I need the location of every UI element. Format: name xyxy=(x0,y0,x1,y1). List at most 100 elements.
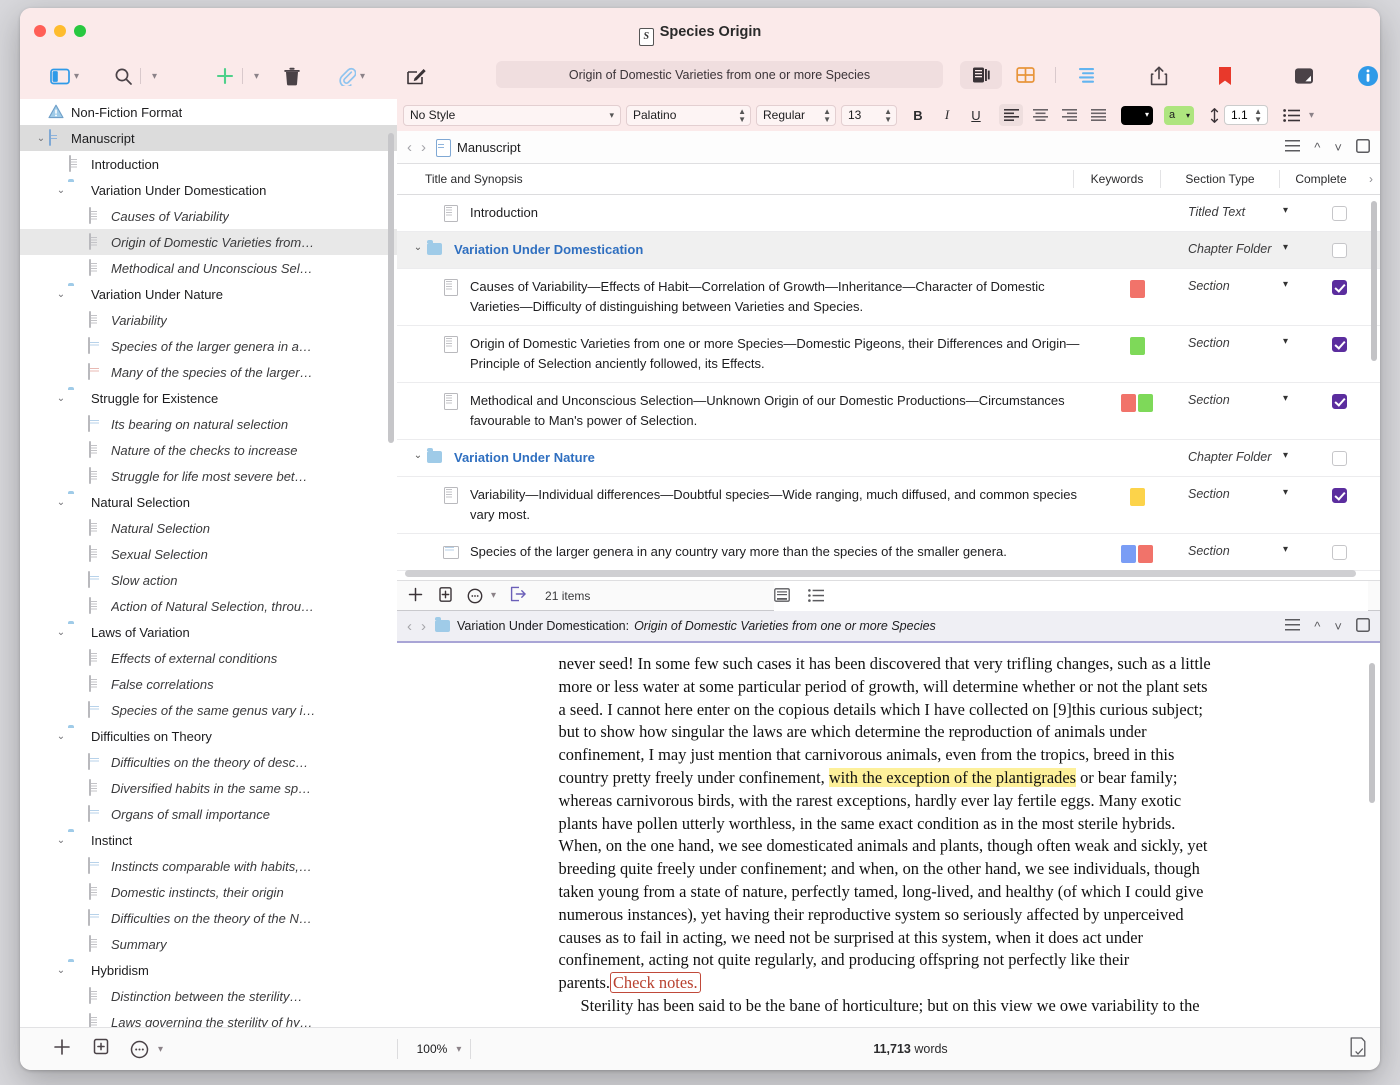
disclosure-triangle-icon[interactable] xyxy=(425,391,443,393)
next-document-button[interactable]: ˅ xyxy=(1334,140,1342,155)
binder-item-methodical-and-unconscious-sel[interactable]: Methodical and Unconscious Sel… xyxy=(20,255,397,281)
outliner-horizontal-scrollbar[interactable] xyxy=(405,570,1356,577)
disclosure-triangle-icon[interactable] xyxy=(425,485,443,487)
view-scrivenings-button[interactable] xyxy=(960,61,1002,89)
forward-button[interactable]: › xyxy=(421,139,426,156)
binder-item-variability[interactable]: Variability xyxy=(20,307,397,333)
outliner-row-keywords[interactable] xyxy=(1094,232,1180,243)
binder-item-variation-under-domestication[interactable]: ⌄Variation Under Domestication xyxy=(20,177,397,203)
outliner-row-complete[interactable] xyxy=(1298,326,1380,352)
align-justify-button[interactable] xyxy=(1086,104,1110,126)
add-item-button[interactable] xyxy=(407,586,424,606)
writing-target-button[interactable] xyxy=(1350,1037,1366,1062)
disclosure-triangle-icon[interactable]: ⌄ xyxy=(54,393,68,404)
outliner-row-keywords[interactable] xyxy=(1094,195,1180,206)
align-right-button[interactable] xyxy=(1057,104,1081,126)
chevron-down-icon[interactable]: ▾ xyxy=(1309,110,1314,121)
outliner-row-section-type[interactable]: Section▾ xyxy=(1180,477,1298,501)
disclosure-triangle-icon[interactable]: ⌄ xyxy=(54,497,68,508)
binder-item-instinct[interactable]: ⌄Instinct xyxy=(20,827,397,853)
binder-item-difficulties-on-the-theory-of-the-n[interactable]: Difficulties on the theory of the N… xyxy=(20,905,397,931)
font-weight-select[interactable]: Regular ▲▼ xyxy=(756,105,836,126)
column-section-type[interactable]: Section Type xyxy=(1160,170,1279,188)
disclosure-triangle-icon[interactable]: ⌄ xyxy=(54,835,68,846)
options-button[interactable]: ▾ xyxy=(467,588,496,604)
highlight-color-well[interactable]: a ▾ xyxy=(1164,106,1194,125)
outliner-row-section-type[interactable]: Section▾ xyxy=(1180,383,1298,407)
editor-breadcrumb[interactable]: Variation Under Domestication: Origin of… xyxy=(435,618,936,634)
outliner-row-section-type[interactable]: Section▾ xyxy=(1180,269,1298,293)
disclosure-triangle-icon[interactable]: ⌄ xyxy=(409,448,427,461)
view-outline-button[interactable] xyxy=(1065,61,1107,89)
share-button[interactable] xyxy=(1150,66,1168,86)
outliner-row-complete[interactable] xyxy=(1298,534,1380,560)
column-keywords[interactable]: Keywords xyxy=(1073,170,1160,188)
inspector-button[interactable] xyxy=(1357,65,1379,87)
outliner-row[interactable]: ⌄Variation Under NatureChapter Folder▾ xyxy=(397,440,1380,477)
outliner-scrollbar[interactable] xyxy=(1371,201,1377,361)
complete-checkbox[interactable] xyxy=(1332,488,1347,503)
toggle-binder-button[interactable] xyxy=(50,68,70,85)
view-corkboard-button[interactable] xyxy=(1004,61,1046,89)
binder-item-non-fiction-format[interactable]: Non-Fiction Format xyxy=(20,99,397,125)
outliner-row-complete[interactable] xyxy=(1298,232,1380,258)
outliner-row-section-type[interactable]: Titled Text▾ xyxy=(1180,195,1298,219)
binder-item-false-correlations[interactable]: False correlations xyxy=(20,671,397,697)
attach-button[interactable] xyxy=(338,66,356,86)
chevron-down-icon[interactable]: ▾ xyxy=(491,590,496,601)
disclosure-triangle-icon[interactable]: ⌄ xyxy=(54,627,68,638)
binder-item-organs-of-small-importance[interactable]: Organs of small importance xyxy=(20,801,397,827)
add-button[interactable] xyxy=(215,66,235,86)
more-columns-button[interactable]: › xyxy=(1362,172,1380,186)
document-title-field[interactable]: Origin of Domestic Varieties from one or… xyxy=(496,61,943,88)
line-height-control[interactable]: 1.1 ▲▼ xyxy=(1209,105,1268,125)
binder-item-its-bearing-on-natural-selection[interactable]: Its bearing on natural selection xyxy=(20,411,397,437)
outliner-row-keywords[interactable] xyxy=(1094,534,1180,563)
binder-item-summary[interactable]: Summary xyxy=(20,931,397,957)
add-document-button[interactable] xyxy=(52,1037,72,1062)
disclosure-triangle-icon[interactable]: ⌄ xyxy=(54,289,68,300)
binder-item-action-of-natural-selection-throu[interactable]: Action of Natural Selection, throu… xyxy=(20,593,397,619)
binder-item-natural-selection[interactable]: Natural Selection xyxy=(20,515,397,541)
editor-next-button[interactable]: ˅ xyxy=(1334,619,1342,634)
binder-item-laws-governing-the-sterility-of-hy[interactable]: Laws governing the sterility of hy… xyxy=(20,1009,397,1027)
editor-scrollbar[interactable] xyxy=(1369,663,1375,803)
text-editor[interactable]: never seed! In some few such cases it ha… xyxy=(397,645,1380,1027)
outliner-row[interactable]: Methodical and Unconscious Selection—Unk… xyxy=(397,383,1380,440)
complete-checkbox[interactable] xyxy=(1332,337,1347,352)
outliner-row-section-type[interactable]: Chapter Folder▾ xyxy=(1180,440,1298,464)
outliner-row-section-type[interactable]: Chapter Folder▾ xyxy=(1180,232,1298,256)
back-button[interactable]: ‹ xyxy=(407,139,412,156)
editor-previous-button[interactable]: ^ xyxy=(1314,619,1320,634)
outliner-row-complete[interactable] xyxy=(1298,440,1380,466)
previous-document-button[interactable]: ^ xyxy=(1314,140,1320,155)
add-folder-button[interactable] xyxy=(438,586,453,606)
outliner-row[interactable]: Origin of Domestic Varieties from one or… xyxy=(397,326,1380,383)
options-chevron-down-icon[interactable]: ▾ xyxy=(158,1044,163,1055)
binder-item-sexual-selection[interactable]: Sexual Selection xyxy=(20,541,397,567)
disclosure-triangle-icon[interactable] xyxy=(425,277,443,279)
outliner-row[interactable]: IntroductionTitled Text▾ xyxy=(397,195,1380,232)
add-folder-button[interactable] xyxy=(92,1037,110,1061)
outliner-row[interactable]: Species of the larger genera in any coun… xyxy=(397,534,1380,571)
bookmarks-button[interactable] xyxy=(1219,67,1231,85)
add-chevron-down-icon[interactable]: ▾ xyxy=(254,71,259,82)
binder-item-difficulties-on-the-theory-of-desc[interactable]: Difficulties on the theory of desc… xyxy=(20,749,397,775)
binder-item-origin-of-domestic-varieties-from[interactable]: Origin of Domestic Varieties from… xyxy=(20,229,397,255)
font-size-select[interactable]: 13 ▲▼ xyxy=(841,105,897,126)
search-chevron-down-icon[interactable]: ▾ xyxy=(152,71,157,82)
trash-button[interactable] xyxy=(283,67,301,86)
binder-item-diversified-habits-in-the-same-sp[interactable]: Diversified habits in the same sp… xyxy=(20,775,397,801)
outliner-row-keywords[interactable] xyxy=(1094,477,1180,506)
editor-back-button[interactable]: ‹ xyxy=(407,618,412,635)
column-title-and-synopsis[interactable]: Title and Synopsis xyxy=(397,172,1073,186)
compose-button[interactable] xyxy=(406,67,427,86)
outliner-row[interactable]: ⌄Variation Under DomesticationChapter Fo… xyxy=(397,232,1380,269)
header-menu-button[interactable] xyxy=(1285,140,1300,155)
binder-item-introduction[interactable]: Introduction xyxy=(20,151,397,177)
editor-split-button[interactable] xyxy=(1356,618,1370,635)
search-button[interactable] xyxy=(114,67,133,86)
underline-button[interactable]: U xyxy=(964,104,988,126)
outliner-row-keywords[interactable] xyxy=(1094,383,1180,412)
disclosure-triangle-icon[interactable] xyxy=(425,334,443,336)
